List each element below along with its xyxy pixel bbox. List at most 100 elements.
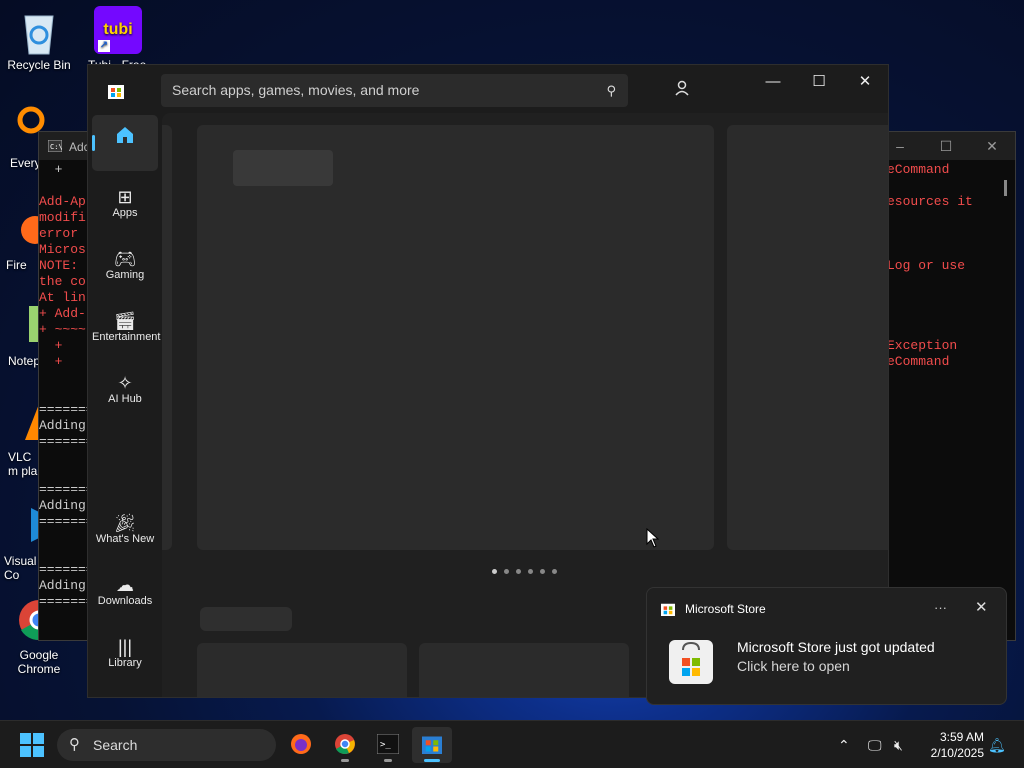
terminal-line: ======= [39, 434, 89, 449]
nav-whats-new[interactable]: 🎉︎ What's New [92, 503, 158, 559]
desktop-icon-label: Recycle Bin [7, 58, 71, 72]
sparkle-icon: ✧ [117, 373, 133, 393]
clapperboard-icon: 🎬︎ [113, 311, 137, 331]
terminal-maximize-button[interactable]: ☐ [923, 132, 969, 160]
nav-apps[interactable]: ⊞ Apps [92, 177, 158, 233]
nav-label: Entertainment [92, 331, 161, 343]
chevron-up-icon[interactable]: ⌃ [838, 721, 850, 768]
notification-bell-icon[interactable]: 🔔︎ [988, 721, 1006, 768]
nav-downloads[interactable]: ☁ Downloads [92, 565, 158, 621]
nav-entertainment[interactable]: 🎬︎ Entertainment [92, 301, 161, 357]
desktop-icon-tubi[interactable]: tubi ↗ Tubi - Free M... [80, 6, 156, 72]
desktop-icon-recycle-bin[interactable]: Recycle Bin [1, 8, 77, 72]
terminal-line: ======= [39, 562, 89, 577]
notification-toast[interactable]: Microsoft Store ··· ✕ Microsoft Store ju… [646, 587, 1007, 705]
store-logo-icon [422, 736, 442, 754]
tubi-icon: tubi ↗ [94, 6, 142, 54]
taskbar-clock[interactable]: 3:59 AM 2/10/2025 [922, 729, 984, 761]
library-icon: ||| [117, 637, 133, 657]
nav-gaming[interactable]: 🎮︎ Gaming [92, 239, 158, 295]
terminal-line: eCommand [887, 354, 950, 369]
taskbar: ⚲ Search >_ ⌃ 🖵︎ 🔇︎ 3:59 AM 2/10/2025 🔔︎ [0, 720, 1024, 768]
svg-text:>_: >_ [380, 740, 391, 750]
terminal-line: At lin [39, 290, 86, 305]
store-search-input[interactable]: Search apps, games, movies, and more ⚲ [161, 74, 628, 107]
clock-date: 2/10/2025 [930, 746, 984, 760]
tile-placeholder[interactable] [419, 643, 629, 697]
store-logo-icon [108, 85, 124, 99]
windows-start-icon[interactable] [20, 733, 44, 757]
store-bag-icon [669, 640, 713, 684]
terminal-line: eCommand [887, 162, 950, 177]
nav-label: Library [108, 657, 142, 669]
carousel-dot[interactable] [528, 569, 533, 574]
account-icon[interactable] [671, 80, 693, 102]
network-icon[interactable]: 🖵︎ [868, 721, 882, 768]
terminal-line: NOTE: [39, 258, 79, 273]
hero-card-placeholder[interactable] [197, 125, 714, 550]
taskbar-microsoft-store[interactable] [412, 727, 452, 763]
carousel-dot[interactable] [516, 569, 521, 574]
terminal-output-right: eCommand esources it Log or use Exceptio… [887, 162, 997, 370]
tile-placeholder[interactable] [197, 643, 407, 697]
hero-card-next-placeholder[interactable] [727, 125, 888, 550]
taskbar-search-box[interactable]: ⚲ Search [57, 729, 276, 761]
carousel-dot[interactable] [540, 569, 545, 574]
terminal-line: the co [39, 274, 86, 289]
taskbar-terminal[interactable]: >_ [368, 727, 408, 763]
carousel-dot[interactable] [552, 569, 557, 574]
terminal-line: ======= [39, 482, 89, 497]
nav-ai-hub[interactable]: ✧ AI Hub [92, 363, 158, 419]
terminal-scrollbar[interactable] [1004, 180, 1007, 196]
apps-icon: ⊞ [117, 187, 133, 207]
nav-home[interactable] [92, 115, 158, 171]
store-logo-icon [661, 603, 675, 616]
desktop-icon-label: Visual Co [4, 554, 37, 582]
maximize-button[interactable]: ☐ [796, 65, 842, 99]
nav-label: Apps [112, 207, 138, 219]
terminal-line: error [39, 226, 79, 241]
carousel-dot[interactable] [504, 569, 509, 574]
notification-app-name: Microsoft Store [685, 602, 766, 616]
taskbar-search-label: Search [93, 737, 138, 753]
notification-close-button[interactable]: ✕ [975, 598, 988, 616]
terminal-line: + [39, 162, 63, 177]
hero-title-placeholder [233, 150, 333, 186]
firefox-icon [291, 734, 311, 754]
recycle-bin-icon [16, 8, 62, 55]
search-icon[interactable]: ⚲ [606, 74, 616, 107]
volume-muted-icon[interactable]: 🔇︎ [894, 721, 903, 768]
carousel-dots[interactable] [492, 569, 557, 574]
clock-time: 3:59 AM [939, 730, 984, 744]
terminal-line: Log or use [887, 258, 966, 273]
chrome-icon [335, 734, 355, 754]
close-button[interactable]: ✕ [842, 65, 888, 99]
taskbar-chrome[interactable] [325, 727, 365, 763]
active-indicator [424, 759, 440, 762]
taskbar-firefox[interactable] [281, 727, 321, 763]
svg-text:C:\: C:\ [50, 143, 62, 151]
terminal-line: Adding [39, 418, 86, 433]
nav-label: Downloads [97, 595, 153, 607]
hero-card-prev-placeholder [162, 125, 172, 550]
more-options-icon[interactable]: ··· [934, 600, 947, 615]
gamepad-icon: 🎮︎ [113, 249, 137, 269]
minimize-button[interactable]: — [750, 65, 796, 99]
tubi-logo-text: tubi [103, 21, 133, 38]
nav-label: AI Hub [108, 393, 142, 405]
terminal-icon: >_ [377, 734, 399, 754]
terminal-line: ======= [39, 402, 89, 417]
nav-library[interactable]: ||| Library [92, 627, 158, 683]
mouse-cursor-icon [646, 528, 660, 548]
search-icon: ⚲ [69, 736, 80, 753]
terminal-close-button[interactable]: ✕ [969, 132, 1015, 160]
carousel-dot[interactable] [492, 569, 497, 574]
